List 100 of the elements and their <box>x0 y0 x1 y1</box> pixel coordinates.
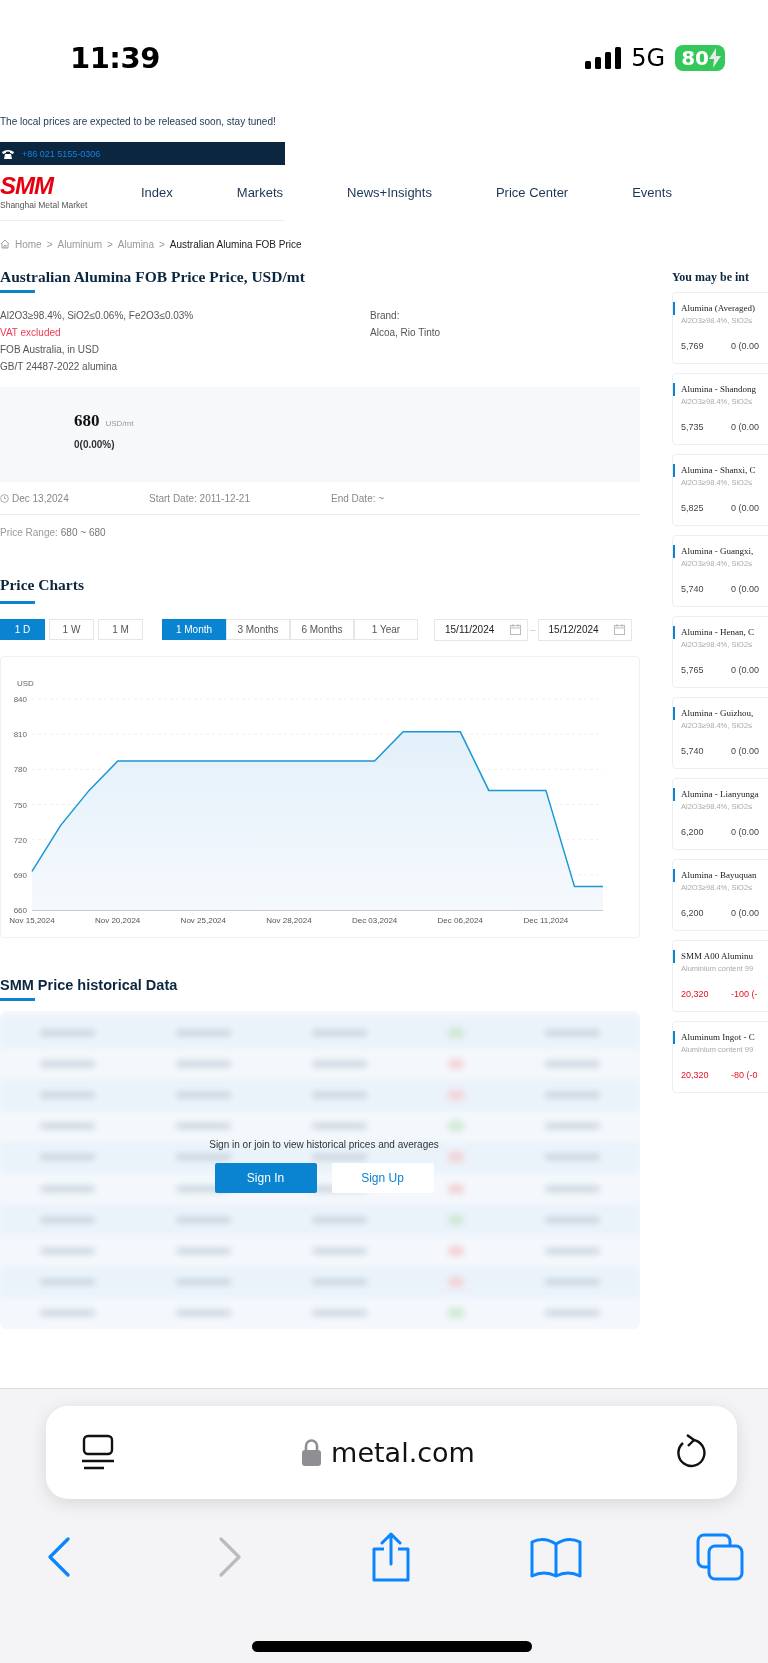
section-title: You may be int <box>672 269 750 286</box>
signal-icon <box>585 47 622 69</box>
home-icon <box>0 239 10 249</box>
breadcrumb-separator: > <box>159 238 165 250</box>
card-title: Alumina - Bayuquan <box>673 869 768 882</box>
card-change: 0 (0.00 <box>731 745 760 758</box>
price-change: 0(0.00%) <box>74 439 116 450</box>
calendar-icon <box>613 624 625 635</box>
tabs-icon[interactable] <box>696 1533 744 1581</box>
address-bar[interactable]: metal.com <box>46 1406 737 1499</box>
lock-icon <box>302 1439 322 1466</box>
axis-tick-label: Nov 28,2024 <box>266 916 312 925</box>
period-tab[interactable]: 6 Months <box>290 619 354 640</box>
card-change: -80 (-0 <box>731 1069 758 1082</box>
forward-icon[interactable] <box>218 1537 242 1577</box>
card-price: 6,200 <box>681 907 705 920</box>
logo-mark[interactable]: SMM <box>0 175 53 197</box>
spec-text: Al2O3≥98.4%, SiO2≤0.06%, Fe2O3≤0.03% <box>0 309 195 323</box>
card-title: Alumina - Shanxi, C <box>673 464 768 477</box>
axis-tick-label: 780 <box>13 765 27 775</box>
nav-link[interactable]: Price Center <box>495 185 569 200</box>
card-price: 6,200 <box>681 826 705 839</box>
end-date: End Date: ~ <box>331 492 385 504</box>
card-title: Alumina - Lianyunga <box>673 788 768 801</box>
card-change: 0 (0.00 <box>731 664 760 677</box>
nav-link[interactable]: Events <box>632 185 672 200</box>
interval-button[interactable]: 1 M <box>98 619 143 640</box>
share-icon[interactable] <box>370 1532 412 1582</box>
period-tab[interactable]: 1 Year <box>354 619 418 640</box>
card-price: 5,740 <box>681 745 705 758</box>
phone-number[interactable]: +86 021 5155-0306 <box>22 148 101 159</box>
card-change: 0 (0.00 <box>731 583 760 596</box>
card-title: Alumina - Guangxi, <box>673 545 768 558</box>
axis-tick-label: Nov 15,2024 <box>9 916 55 925</box>
breadcrumb-current: Australian Alumina FOB Price <box>169 238 302 250</box>
price-value: 680 <box>74 411 100 431</box>
price-unit: USD/mt <box>105 419 134 428</box>
card-change: 0 (0.00 <box>731 421 760 434</box>
date-field[interactable]: 15/12/2024 <box>537 618 632 641</box>
breadcrumb-separator: > <box>107 238 113 250</box>
period-tab[interactable]: 3 Months <box>226 619 290 640</box>
card-change: 0 (0.00 <box>731 826 760 839</box>
card-price: 5,735 <box>681 421 705 434</box>
card-change: 0 (0.00 <box>731 502 760 515</box>
nav-link[interactable]: Markets <box>236 185 284 200</box>
axis-tick-label: 720 <box>13 835 27 845</box>
card-price: 20,320 <box>681 1069 710 1082</box>
telephone-icon <box>2 148 14 159</box>
reader-icon[interactable] <box>82 1433 116 1472</box>
book-icon[interactable] <box>530 1536 582 1578</box>
axis-tick-label: 660 <box>13 906 27 915</box>
price-date: Dec 13,2024 <box>12 492 69 504</box>
brand-value: Alcoa, Rio Tinto <box>370 326 441 340</box>
network-label: 5G <box>631 44 666 72</box>
nav-link[interactable]: Index <box>141 185 173 200</box>
section-title: Price Charts <box>0 575 85 595</box>
date-separator: – <box>530 624 536 635</box>
card-change: 0 (0.00 <box>731 340 760 353</box>
card-title: Alumina (Averaged) <box>673 302 768 315</box>
interval-button[interactable]: 1 W <box>49 619 94 640</box>
section-title: SMM Price historical Data <box>0 976 179 995</box>
tax-note: VAT excluded <box>0 326 62 340</box>
card-price: 5,740 <box>681 583 705 596</box>
sign-up-button[interactable]: Sign Up <box>331 1163 434 1193</box>
card-price: 5,769 <box>681 340 705 353</box>
price-range-label: Price Range: <box>0 526 58 538</box>
card-price: 5,825 <box>681 502 705 515</box>
axis-tick-label: Dec 03,2024 <box>351 916 398 925</box>
card-title: Alumina - Shandong <box>673 383 768 396</box>
back-icon[interactable] <box>47 1537 71 1577</box>
card-price: 5,765 <box>681 664 705 677</box>
axis-tick-label: 810 <box>13 730 27 740</box>
clock-icon <box>0 493 9 503</box>
axis-tick-label: Nov 20,2024 <box>94 916 141 925</box>
card-price: 20,320 <box>681 988 710 1001</box>
card-change: -100 (- <box>731 988 758 1001</box>
card-title: Alumina - Henan, C <box>673 626 768 639</box>
spec-text: GB/T 24487-2022 alumina <box>0 360 119 374</box>
spec-text: FOB Australia, in USD <box>0 343 100 357</box>
price-range-value: 680 ~ 680 <box>60 526 106 538</box>
calendar-icon <box>510 624 521 635</box>
logo-name: Shanghai Metal Market <box>0 200 88 210</box>
axis-tick-label: Dec 06,2024 <box>437 916 483 925</box>
axis-tick-label: Dec 11,2024 <box>523 916 569 925</box>
date-field[interactable]: 15/11/2024 <box>434 618 528 641</box>
breadcrumb-separator: > <box>46 238 53 250</box>
clock-time: 11:39 <box>70 41 160 75</box>
card-title: Aluminum Ingot - C <box>673 1031 768 1044</box>
period-tab[interactable]: 1 Month <box>162 619 226 640</box>
url-text: metal.com <box>331 1437 475 1468</box>
axis-tick-label: 840 <box>13 695 27 704</box>
sign-in-button[interactable]: Sign In <box>214 1163 317 1193</box>
page-title: Australian Alumina FOB Price Price, USD/mt <box>0 267 306 287</box>
brand-label: Brand: <box>370 309 401 323</box>
start-date: Start Date: 2011-12-21 <box>149 492 251 504</box>
interval-button[interactable]: 1 D <box>0 619 45 640</box>
battery-indicator: 80 <box>675 45 725 71</box>
card-title: SMM A00 Aluminu <box>673 950 768 963</box>
nav-link[interactable]: News+Insights <box>347 185 432 200</box>
card-change: 0 (0.00 <box>731 907 760 920</box>
